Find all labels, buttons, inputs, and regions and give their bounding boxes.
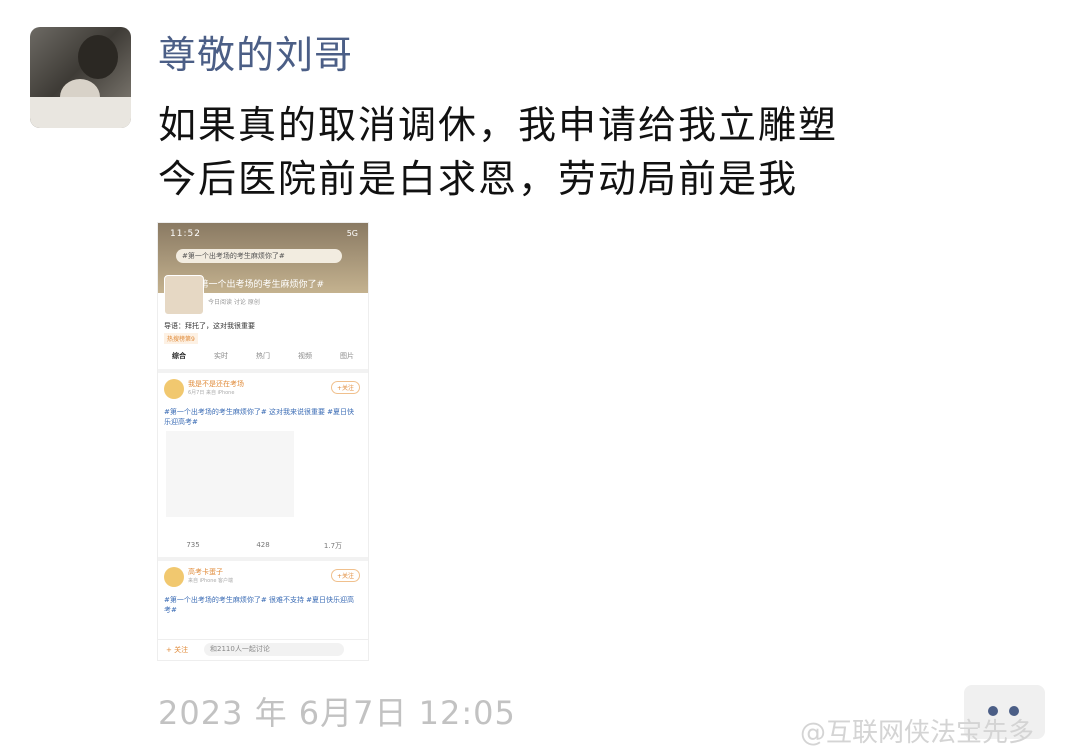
tab: 图片 bbox=[340, 352, 354, 360]
bottom-bar: + 关注 和2110人一起讨论 bbox=[158, 639, 368, 660]
avatar-figure bbox=[30, 97, 131, 128]
tab: 实时 bbox=[214, 352, 228, 360]
card-text: #第一个出考场的考生麻烦你了# 很难不支持 #夏日快乐迎高考# bbox=[164, 596, 355, 614]
post-text: 如果真的取消调休，我申请给我立雕塑 今后医院前是白求恩，劳动局前是我 bbox=[158, 98, 838, 206]
user-info: 6月7日 来自 iPhone bbox=[188, 390, 235, 396]
topic-intro: 导语：拜托了，这对我很重要 bbox=[164, 322, 255, 330]
author-avatar[interactable] bbox=[30, 27, 131, 128]
rank-tag: 热搜榜第9 bbox=[164, 333, 198, 344]
post-timestamp: 2023 年 6月7日 12:05 bbox=[158, 694, 516, 732]
topic-tabs: 综合 实时 热门 视频 图片 bbox=[158, 351, 368, 365]
discussion-input: 和2110人一起讨论 bbox=[204, 643, 344, 656]
status-right: 5G bbox=[346, 229, 358, 238]
post-line: 今后医院前是白求恩，劳动局前是我 bbox=[158, 157, 799, 201]
follow-button: +关注 bbox=[330, 569, 360, 582]
user-name: 我是不是还在考场 bbox=[188, 380, 244, 388]
user-avatar bbox=[164, 379, 184, 399]
embedded-image bbox=[166, 431, 294, 517]
status-time: 11:52 bbox=[170, 229, 201, 239]
user-avatar bbox=[164, 567, 184, 587]
watermark: @互联网侠法宝先多 bbox=[800, 718, 1035, 748]
author-name[interactable]: 尊敬的刘哥 bbox=[158, 30, 353, 80]
tab: 综合 bbox=[172, 352, 186, 360]
user-name: 高考卡蛋子 bbox=[188, 568, 223, 576]
topic-thumbnail bbox=[164, 275, 204, 315]
comment-count: 428 bbox=[256, 541, 270, 549]
attached-screenshot[interactable]: 11:52 5G #第一个出考场的考生麻烦你了# #第一个出考场的考生麻烦你了#… bbox=[157, 222, 369, 661]
topic-title: #第一个出考场的考生麻烦你了# bbox=[192, 280, 325, 290]
post-line: 如果真的取消调休，我申请给我立雕塑 bbox=[158, 103, 839, 147]
feed-card: 我是不是还在考场 6月7日 来自 iPhone +关注 #第一个出考场的考生麻烦… bbox=[158, 369, 368, 557]
search-bar: #第一个出考场的考生麻烦你了# bbox=[176, 249, 342, 263]
like-count: 1.7万 bbox=[323, 542, 343, 550]
topic-subtitle: 今日阅读 讨论 原创 bbox=[208, 299, 260, 306]
card-actions: 735 428 1.7万 bbox=[158, 541, 368, 551]
repost-count: 735 bbox=[186, 541, 200, 549]
feed-card: 高考卡蛋子 来自 iPhone 客户端 +关注 #第一个出考场的考生麻烦你了# … bbox=[158, 557, 368, 641]
card-text: #第一个出考场的考生麻烦你了# 这对我来说很重要 #夏日快乐迎高考# bbox=[164, 408, 355, 426]
user-info: 来自 iPhone 客户端 bbox=[188, 578, 234, 584]
avatar-figure bbox=[78, 35, 118, 79]
follow-button: +关注 bbox=[330, 381, 360, 394]
bottom-follow: + 关注 bbox=[166, 646, 189, 654]
tab: 视频 bbox=[298, 352, 312, 360]
tab: 热门 bbox=[256, 352, 270, 360]
